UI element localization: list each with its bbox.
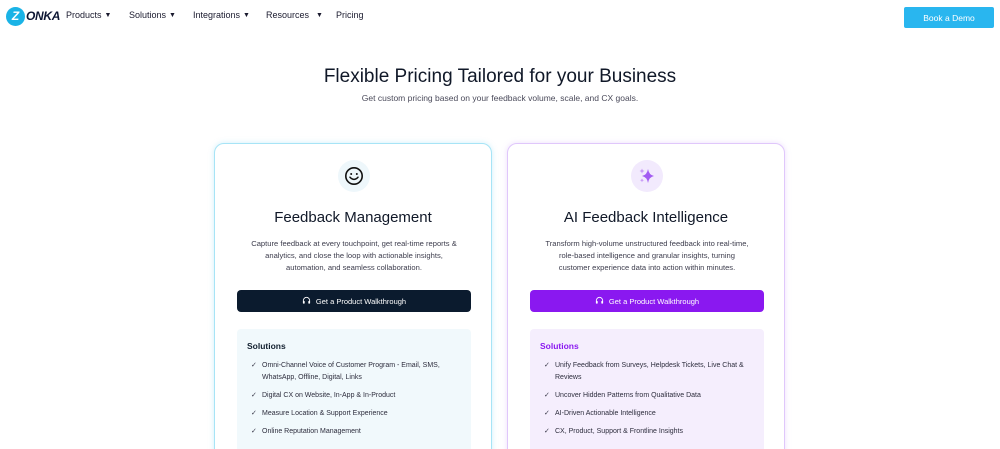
top-nav: Z ONKA Products ▼ Solutions ▼ Integratio…: [0, 0, 1000, 34]
feedback-management-card: Feedback Management Capture feedback at …: [214, 143, 492, 449]
headset-icon: [595, 296, 604, 307]
nav-item-products[interactable]: Products ▼: [66, 10, 111, 20]
list-item: ✓ Measure Location & Support Experience: [251, 408, 461, 420]
solutions-heading: Solutions: [540, 341, 579, 351]
list-item: ✓ AI-Driven Actionable Intelligence: [544, 408, 754, 420]
solutions-list: ✓ Omni-Channel Voice of Customer Program …: [251, 360, 461, 444]
list-item: ✓ CX, Product, Support & Frontline Insigh…: [544, 426, 754, 438]
solution-text: Uncover Hidden Patterns from Qualitative…: [555, 392, 701, 399]
product-walkthrough-button[interactable]: Get a Product Walkthrough: [530, 290, 764, 312]
list-item: ✓ Online Reputation Management: [251, 426, 461, 438]
nav-item-integrations[interactable]: Integrations ▼: [193, 10, 250, 20]
card-description: Transform high-volume unstructured feedb…: [545, 239, 749, 272]
page-title: Flexible Pricing Tailored for your Busin…: [323, 66, 677, 87]
check-icon: ✓: [544, 410, 550, 417]
check-icon: ✓: [544, 392, 550, 399]
logo-mark: Z: [6, 6, 25, 26]
nav-item-pricing[interactable]: Pricing: [336, 10, 364, 20]
nav-item-label: Resources: [266, 10, 310, 20]
check-icon: ✓: [251, 410, 257, 417]
list-item: ✓ Uncover Hidden Patterns from Qualitativ…: [544, 390, 754, 402]
check-icon: ✓: [544, 428, 550, 435]
nav-item-solutions[interactable]: Solutions ▼: [129, 10, 176, 20]
solution-text: Measure Location & Support Experience: [262, 410, 388, 417]
solution-text: Omni-Channel Voice of Customer Program -…: [262, 362, 440, 381]
caret-down-icon: ▼: [104, 11, 112, 19]
product-walkthrough-button[interactable]: Get a Product Walkthrough: [237, 290, 471, 312]
button-label: Get a Product Walkthrough: [608, 296, 700, 306]
check-icon: ✓: [251, 392, 257, 399]
solutions-panel: Solutions ✓ Omni-Channel Voice of Custome…: [237, 329, 471, 449]
list-item: ✓ Unify Feedback from Surveys, Helpdesk T…: [544, 360, 754, 384]
solution-text: AI-Driven Actionable Intelligence: [555, 410, 656, 417]
button-label: Get a Product Walkthrough: [315, 296, 407, 306]
solutions-list: ✓ Unify Feedback from Surveys, Helpdesk T…: [544, 360, 754, 444]
check-icon: ✓: [251, 428, 257, 435]
headset-icon: [302, 296, 311, 307]
card-title: Feedback Management: [274, 209, 432, 226]
zonka-logo[interactable]: Z ONKA: [6, 6, 60, 26]
page-subtitle: Get custom pricing based on your feedbac…: [361, 93, 639, 103]
logo-wordmark: ONKA: [26, 9, 61, 23]
caret-down-icon: ▼: [243, 11, 250, 19]
solution-text: CX, Product, Support & Frontline Insight…: [555, 428, 684, 435]
nav-item-label: Pricing: [336, 10, 364, 20]
check-icon: ✓: [544, 362, 550, 369]
solution-text: Online Reputation Management: [262, 428, 361, 435]
solution-text: Unify Feedback from Surveys, Helpdesk Ti…: [555, 362, 744, 381]
card-description: Capture feedback at every touchpoint, ge…: [251, 239, 457, 272]
nav-item-resources[interactable]: Resources ▼: [266, 10, 323, 20]
smiley-face-icon: [338, 160, 370, 192]
solution-text: Digital CX on Website, In-App & In-Produ…: [262, 392, 396, 399]
ai-feedback-intelligence-card: AI Feedback Intelligence Transform high-…: [507, 143, 785, 449]
card-title: AI Feedback Intelligence: [563, 209, 729, 226]
caret-down-icon: ▼: [169, 11, 176, 19]
list-item: ✓ Digital CX on Website, In-App & In-Prod…: [251, 390, 461, 402]
nav-item-label: Solutions: [129, 10, 167, 20]
book-demo-button[interactable]: Book a Demo: [904, 7, 994, 28]
nav-item-label: Integrations: [193, 10, 241, 20]
solutions-panel: Solutions ✓ Unify Feedback from Surveys, …: [530, 329, 764, 449]
list-item: ✓ Omni-Channel Voice of Customer Program …: [251, 360, 461, 384]
check-icon: ✓: [251, 362, 257, 369]
nav-item-label: Products: [66, 10, 102, 20]
sparkles-icon: [631, 160, 663, 192]
solutions-heading: Solutions: [247, 341, 286, 351]
caret-down-icon: ▼: [316, 11, 323, 19]
